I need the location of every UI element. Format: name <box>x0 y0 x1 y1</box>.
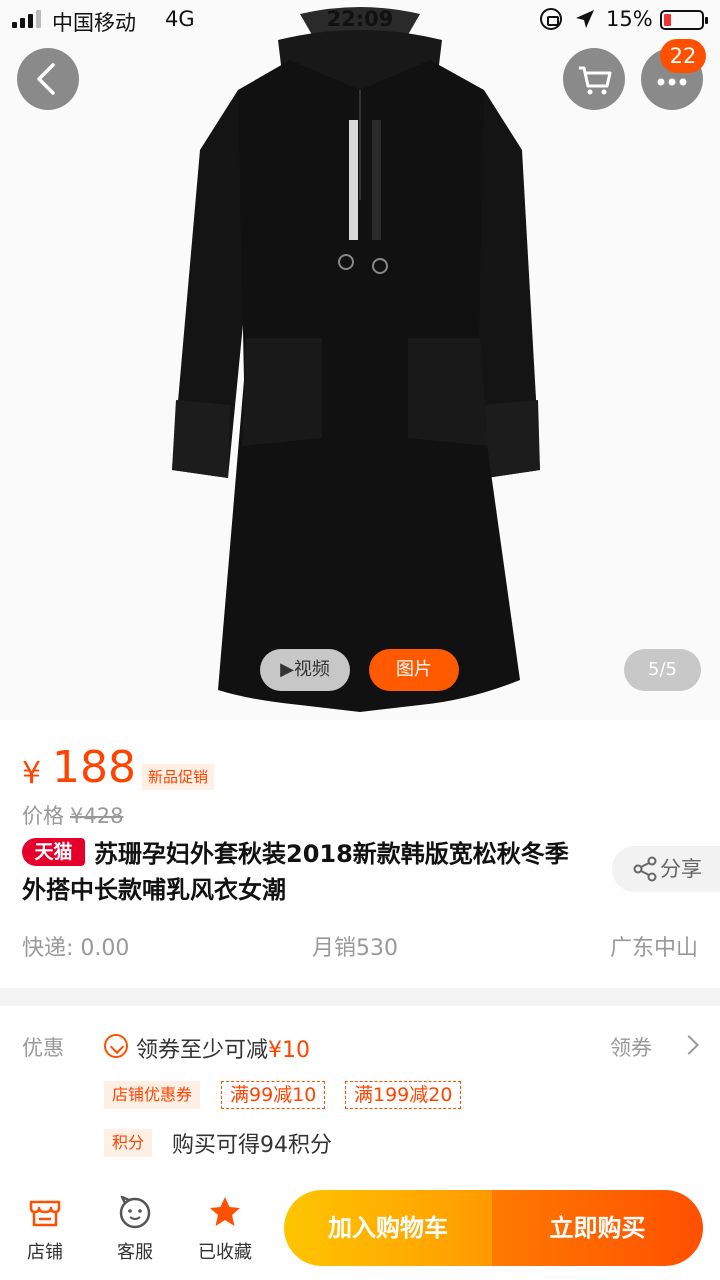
notification-badge: 22 <box>660 39 706 73</box>
points-text: 购买可得94积分 <box>172 1133 332 1158</box>
section-divider <box>0 988 720 1006</box>
product-title: 苏珊孕妇外套秋装2018新款韩版宽松秋冬季外搭中长款哺乳风衣女潮 <box>22 840 569 904</box>
product-image-gallery[interactable]: 中国移动 4G 22:09 15% 22 ▶视频 图片 5/5 <box>0 0 720 720</box>
service-icon <box>119 1195 151 1229</box>
location-icon <box>576 10 594 28</box>
tab-label: 已收藏 <box>198 1242 252 1263</box>
cart-button[interactable] <box>563 48 625 110</box>
share-icon <box>633 856 657 882</box>
coupon-icon <box>104 1034 128 1058</box>
store-icon <box>29 1200 61 1227</box>
original-price: ¥428 <box>70 804 124 828</box>
share-label: 分享 <box>660 857 702 881</box>
bottom-action-bar: 店铺 客服 已收藏 加入购物车 立即购买 <box>0 1180 720 1280</box>
add-to-cart-button[interactable]: 加入购物车 <box>284 1190 492 1266</box>
tmall-badge: 天猫 <box>22 838 85 866</box>
shipping-fee: 快递: 0.00 <box>22 936 130 961</box>
image-page-indicator: 5/5 <box>624 649 701 691</box>
share-button[interactable]: 分享 <box>612 846 720 892</box>
tab-store[interactable]: 店铺 <box>15 1194 75 1270</box>
cart-icon <box>579 66 612 95</box>
buy-now-button[interactable]: 立即购买 <box>492 1190 703 1266</box>
status-bar: 中国移动 4G 22:09 15% <box>0 0 720 40</box>
chevron-right-icon[interactable] <box>679 1035 699 1055</box>
photo-tab[interactable]: 图片 <box>369 649 459 691</box>
star-icon <box>210 1197 240 1226</box>
ship-from-location: 广东中山 <box>609 936 698 961</box>
coupon-text: 领券至少可减 <box>136 1038 269 1063</box>
current-price: 188 <box>52 742 136 793</box>
tab-label: 店铺 <box>27 1242 63 1263</box>
coupon-ticket[interactable]: 满99减10 <box>221 1081 326 1109</box>
tab-favorite[interactable]: 已收藏 <box>195 1194 255 1270</box>
get-coupon-link[interactable]: 领券 <box>610 1032 652 1062</box>
battery-icon <box>660 10 708 30</box>
store-coupon-tag: 店铺优惠券 <box>104 1081 201 1109</box>
tab-service[interactable]: 客服 <box>105 1194 165 1270</box>
points-tag: 积分 <box>104 1129 153 1157</box>
product-meta: 快递: 0.00 月销530 广东中山 <box>22 930 698 970</box>
discount-section-label: 优惠 <box>22 1036 64 1060</box>
original-price-label: 价格 <box>22 804 64 828</box>
video-tab[interactable]: ▶视频 <box>260 649 350 691</box>
original-price-row: 价格 ¥428 <box>22 800 123 830</box>
currency-symbol: ¥ <box>22 756 42 791</box>
monthly-sales: 月销530 <box>312 936 398 961</box>
coupon-ticket[interactable]: 满199减20 <box>345 1081 462 1109</box>
tab-label: 客服 <box>117 1242 153 1263</box>
back-button[interactable] <box>17 48 79 110</box>
rotation-lock-icon <box>540 8 562 30</box>
promo-badge: 新品促销 <box>142 764 215 790</box>
chevron-left-icon <box>37 63 55 95</box>
coupon-amount: ¥10 <box>268 1038 311 1063</box>
battery-percent: 15% <box>606 7 653 31</box>
